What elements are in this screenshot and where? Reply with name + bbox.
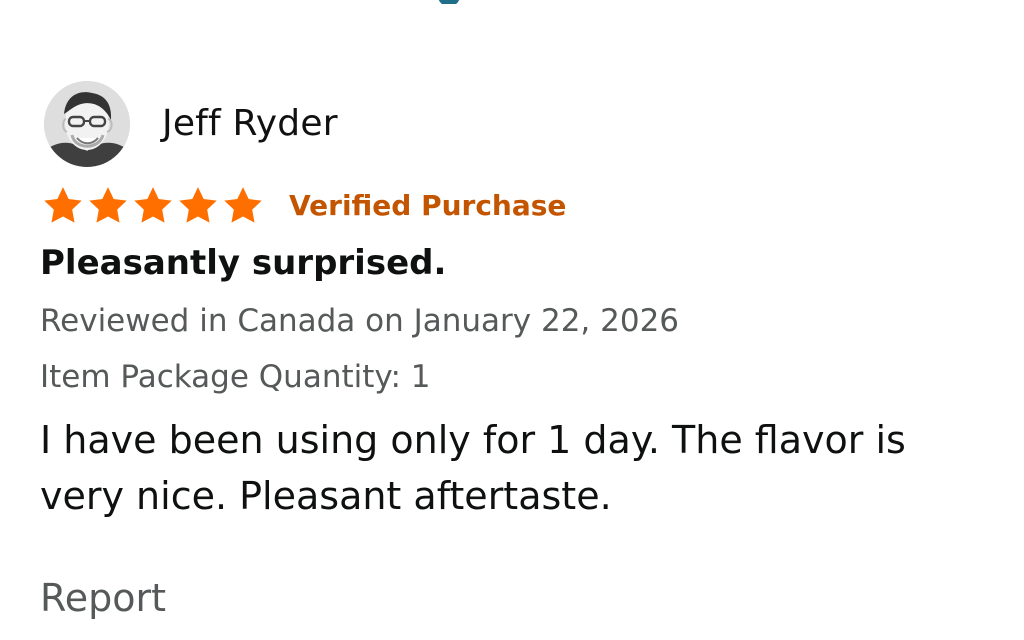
star-icon xyxy=(224,187,262,223)
customer-review: Jeff Ryder Verified Purchase Pleasantly … xyxy=(40,80,1000,622)
star-rating[interactable] xyxy=(40,184,265,228)
report-link[interactable]: Report xyxy=(40,574,1000,622)
review-body: I have been using only for 1 day. The fl… xyxy=(40,418,906,518)
review-title: Pleasantly surprised. xyxy=(40,243,447,283)
star-icon xyxy=(134,187,172,223)
star-icon xyxy=(89,187,127,223)
reviewer-profile[interactable]: Jeff Ryder xyxy=(40,80,1000,168)
star-icon xyxy=(179,187,217,223)
review-date-location: Reviewed in Canada on January 22, 2026 xyxy=(40,303,680,339)
reviewer-avatar[interactable] xyxy=(44,81,130,167)
rating-row: Verified Purchase xyxy=(40,184,1000,228)
partial-link-glyph xyxy=(438,0,460,4)
item-package-quantity: Item Package Quantity: 1 xyxy=(40,359,431,395)
top-link-fragment xyxy=(420,0,480,4)
star-icon xyxy=(44,187,82,223)
reviewer-name[interactable]: Jeff Ryder xyxy=(162,102,338,146)
verified-purchase-badge: Verified Purchase xyxy=(289,189,567,222)
